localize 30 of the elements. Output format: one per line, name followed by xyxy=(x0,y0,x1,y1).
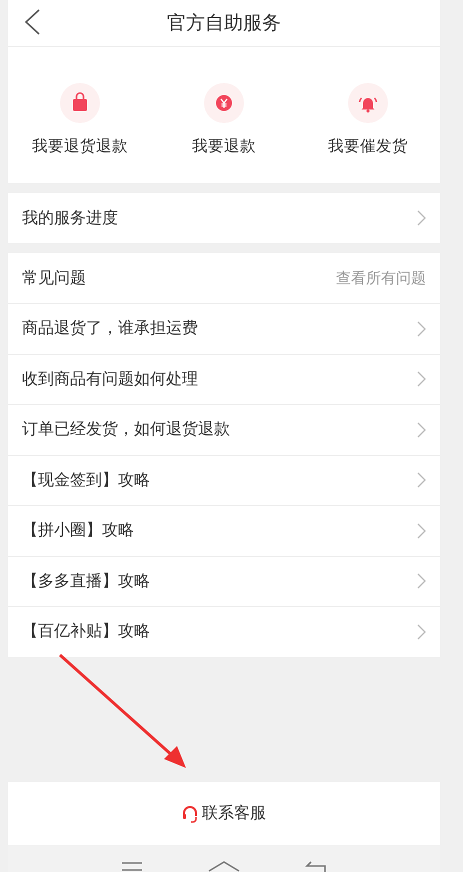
chevron-icon xyxy=(417,371,426,388)
chevron-icon xyxy=(417,522,426,539)
chevron-icon xyxy=(417,624,426,640)
back-icon[interactable] xyxy=(305,861,328,872)
faq-item[interactable]: 【多多直播】攻略 xyxy=(8,556,440,606)
faq-item[interactable]: 【现金签到】攻略 xyxy=(8,454,440,505)
chevron-icon xyxy=(417,320,426,337)
shopping-bag-icon xyxy=(60,83,100,123)
faq-item[interactable]: 收到商品有问题如何处理 xyxy=(8,354,440,404)
page-title: 官方自助服务 xyxy=(167,11,281,36)
headset-icon xyxy=(182,804,198,822)
contact-service-button[interactable]: 联系客服 xyxy=(182,803,266,824)
home-icon[interactable] xyxy=(208,861,240,872)
yen-coin-icon xyxy=(204,83,244,123)
bell-icon xyxy=(348,83,388,123)
faq-item[interactable]: 【百亿补贴】攻略 xyxy=(8,606,440,656)
faq-item[interactable]: 订单已经发货，如何退货退款 xyxy=(8,404,440,454)
shortcut-button[interactable]: 我要催发货 xyxy=(296,47,440,183)
faq-item[interactable]: 【拼小圈】攻略 xyxy=(8,505,440,556)
chevron-icon xyxy=(417,210,426,226)
menu-icon[interactable] xyxy=(120,861,143,872)
chevron-icon xyxy=(417,422,426,438)
back-icon[interactable] xyxy=(24,9,40,35)
chevron-icon xyxy=(417,472,426,488)
chevron-icon xyxy=(417,573,426,590)
faq-item[interactable]: 商品退货了，谁承担运费 xyxy=(8,303,440,354)
service-progress-row[interactable]: 我的服务进度 xyxy=(8,193,440,243)
shortcut-button[interactable]: 我要退货退款 xyxy=(8,47,152,183)
shortcut-button[interactable]: 我要退款 xyxy=(152,47,296,183)
section-title: 常见问题 xyxy=(22,268,86,288)
